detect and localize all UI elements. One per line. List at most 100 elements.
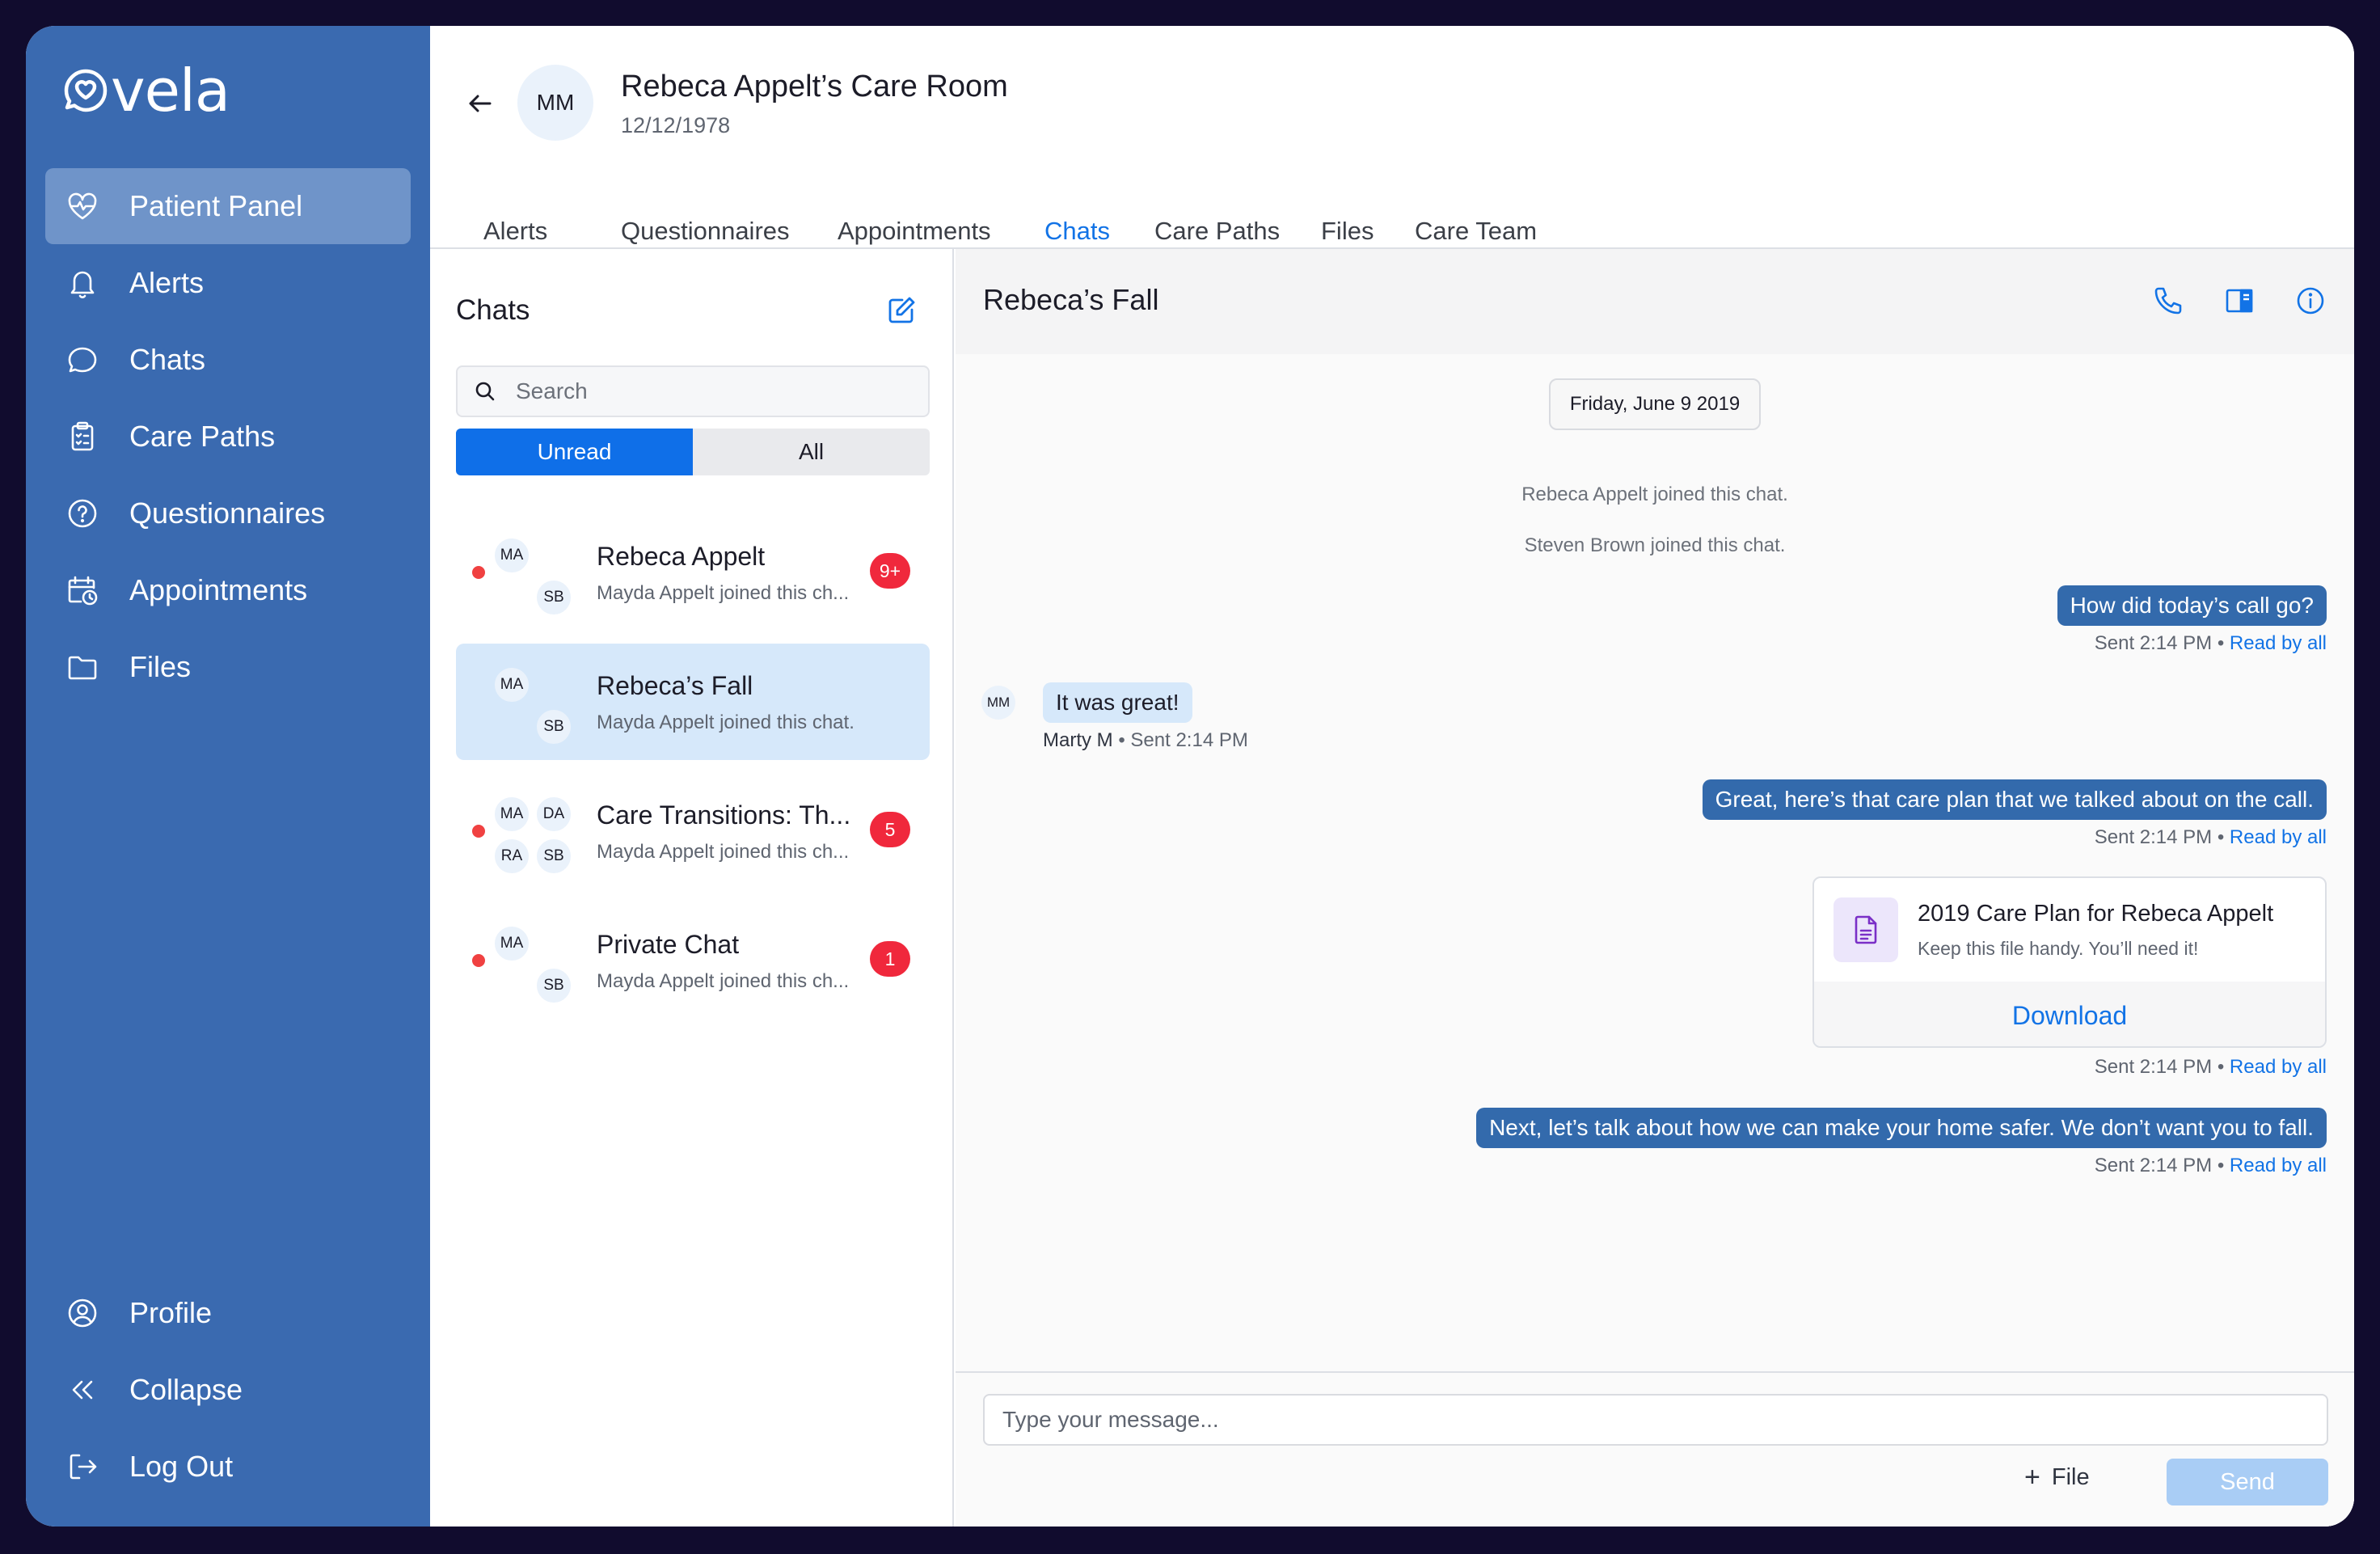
search-icon (475, 382, 495, 401)
system-message: Steven Brown joined this chat. (1524, 534, 1786, 556)
read-receipt-link[interactable]: Read by all (2230, 632, 2327, 654)
conversation-item-rebecas-fall[interactable]: MA SB Rebeca’s Fall Mayda Appelt joined … (456, 644, 930, 760)
participant-avatar: MA (493, 666, 530, 703)
clipboard-icon (71, 421, 94, 451)
participant-avatar: MA (493, 537, 530, 574)
unread-count-badge: 5 (870, 812, 910, 847)
search-input[interactable] (516, 378, 904, 404)
sidebar-item-files[interactable]: Files (45, 629, 411, 705)
conversation-pane: Rebeca’s Fall Friday, June 9 2019 Rebeca… (956, 249, 2354, 1527)
page-title: Rebeca Appelt’s Care Room (621, 70, 1008, 103)
read-receipt-link[interactable]: Read by all (2230, 1155, 2327, 1176)
conversation-item-rebeca-appelt[interactable]: MA SB Rebeca Appelt Mayda Appelt joined … (456, 514, 930, 631)
separator: • (2217, 1155, 2225, 1176)
sidebar-item-label: Profile (129, 1296, 213, 1329)
chat-list-title: Chats (456, 294, 530, 326)
participant-avatar: SB (535, 579, 572, 616)
sent-time: Sent 2:14 PM (2094, 826, 2213, 848)
read-receipt-link[interactable]: Read by all (2230, 1056, 2327, 1078)
sidebar-item-logout[interactable]: Log Out (45, 1429, 411, 1505)
heart-chat-icon (64, 69, 108, 112)
conversation-preview: Mayda Appelt joined this ch... (597, 970, 850, 992)
participant-avatar: DA (535, 796, 572, 833)
patient-avatar: MM (517, 65, 593, 141)
folder-icon (68, 656, 97, 680)
tab-alerts[interactable]: Alerts (483, 217, 547, 246)
tab-chats[interactable]: Chats (1044, 217, 1110, 246)
message-meta: Sent 2:14 PM • Read by all (2095, 632, 2327, 655)
back-arrow-icon[interactable] (462, 86, 498, 121)
file-info[interactable]: 2019 Care Plan for Rebeca Appelt Keep th… (1814, 878, 2325, 982)
participant-avatar: MA (493, 925, 530, 962)
tab-care-paths[interactable]: Care Paths (1154, 217, 1280, 246)
plus-icon: + (2024, 1462, 2040, 1493)
message-meta: Sent 2:14 PM • Read by all (2095, 1155, 2327, 1177)
sidebar-item-questionnaires[interactable]: Questionnaires (45, 475, 411, 551)
participant-avatar: SB (535, 967, 572, 1004)
sidebar-item-collapse[interactable]: Collapse (45, 1352, 411, 1428)
read-receipt-link[interactable]: Read by all (2230, 826, 2327, 848)
sidebar-item-appointments[interactable]: Appointments (45, 552, 411, 628)
conversation-name: Rebeca’s Fall (597, 671, 753, 700)
sidebar-item-alerts[interactable]: Alerts (45, 245, 411, 321)
sent-time: Sent 2:14 PM (2094, 632, 2213, 654)
message-meta: Marty M • Sent 2:14 PM (1043, 729, 1248, 752)
tab-appointments[interactable]: Appointments (838, 217, 991, 246)
message-meta: Sent 2:14 PM • Read by all (2095, 1056, 2327, 1079)
bell-icon (70, 271, 95, 298)
conversation-name: Care Transitions: Th... (597, 800, 851, 830)
separator: • (1118, 729, 1125, 751)
sent-time: Sent 2:14 PM (2094, 1056, 2213, 1078)
side-panel-icon[interactable] (2222, 283, 2257, 319)
send-button[interactable]: Send (2167, 1459, 2328, 1505)
double-chevron-left-icon (72, 1380, 93, 1400)
sidebar-item-label: Chats (129, 343, 206, 376)
info-icon[interactable] (2293, 283, 2328, 319)
file-attachment-card: 2019 Care Plan for Rebeca Appelt Keep th… (1812, 876, 2327, 1048)
sidebar-item-label: Questionnaires (129, 496, 326, 530)
file-name: 2019 Care Plan for Rebeca Appelt (1918, 901, 2274, 927)
chat-bubble-icon (68, 347, 97, 373)
participant-avatar: RA (493, 838, 530, 875)
sidebar-item-label: Patient Panel (129, 189, 303, 222)
conversation-name: Rebeca Appelt (597, 542, 766, 571)
filter-unread-button[interactable]: Unread (456, 429, 693, 475)
user-circle-icon (68, 1299, 97, 1328)
document-icon (1855, 915, 1877, 944)
conversation-preview: Mayda Appelt joined this ch... (597, 582, 850, 604)
tab-files[interactable]: Files (1321, 217, 1374, 246)
tab-care-team[interactable]: Care Team (1415, 217, 1537, 246)
brand-logo[interactable]: vela (62, 61, 230, 120)
compose-icon[interactable] (886, 295, 917, 326)
sidebar-item-chats[interactable]: Chats (45, 322, 411, 398)
conversation-item-private-chat[interactable]: MA SB Private Chat Mayda Appelt joined t… (456, 902, 930, 1019)
sender-avatar: MM (981, 686, 1015, 720)
unread-count-badge: 1 (870, 941, 910, 977)
brand-name: vela (111, 57, 230, 125)
chat-filter-toggle: Unread All (456, 429, 930, 475)
participant-avatar: SB (535, 838, 572, 875)
phone-icon[interactable] (2150, 283, 2186, 319)
sidebar-item-patient-panel[interactable]: Patient Panel (45, 168, 411, 244)
download-button[interactable]: Download (1814, 982, 2325, 1046)
search-field[interactable] (456, 365, 930, 417)
sidebar-item-care-paths[interactable]: Care Paths (45, 399, 411, 475)
file-description: Keep this file handy. You’ll need it! (1918, 938, 2199, 959)
attach-file-button[interactable]: + File (2024, 1463, 2090, 1491)
patient-dob: 12/12/1978 (621, 113, 731, 137)
sidebar-item-label: Collapse (129, 1373, 243, 1406)
unread-dot (472, 825, 485, 838)
message-input[interactable] (983, 1394, 2328, 1446)
sender-name: Marty M (1043, 729, 1113, 751)
date-divider: Friday, June 9 2019 (1549, 378, 1761, 430)
logout-icon (70, 1454, 97, 1480)
sidebar-item-profile[interactable]: Profile (45, 1275, 411, 1351)
sidebar-item-label: Files (129, 650, 192, 683)
separator: • (2217, 632, 2225, 654)
sent-time: Sent 2:14 PM (2094, 1155, 2213, 1176)
tab-questionnaires[interactable]: Questionnaires (621, 217, 790, 246)
filter-all-button[interactable]: All (693, 429, 930, 475)
conversation-title: Rebeca’s Fall (983, 283, 1159, 316)
conversation-item-care-transitions[interactable]: MA DA RA SB Care Transitions: Th... Mayd… (456, 773, 930, 889)
main-content: MM Rebeca Appelt’s Care Room 12/12/1978 … (430, 26, 2354, 1527)
